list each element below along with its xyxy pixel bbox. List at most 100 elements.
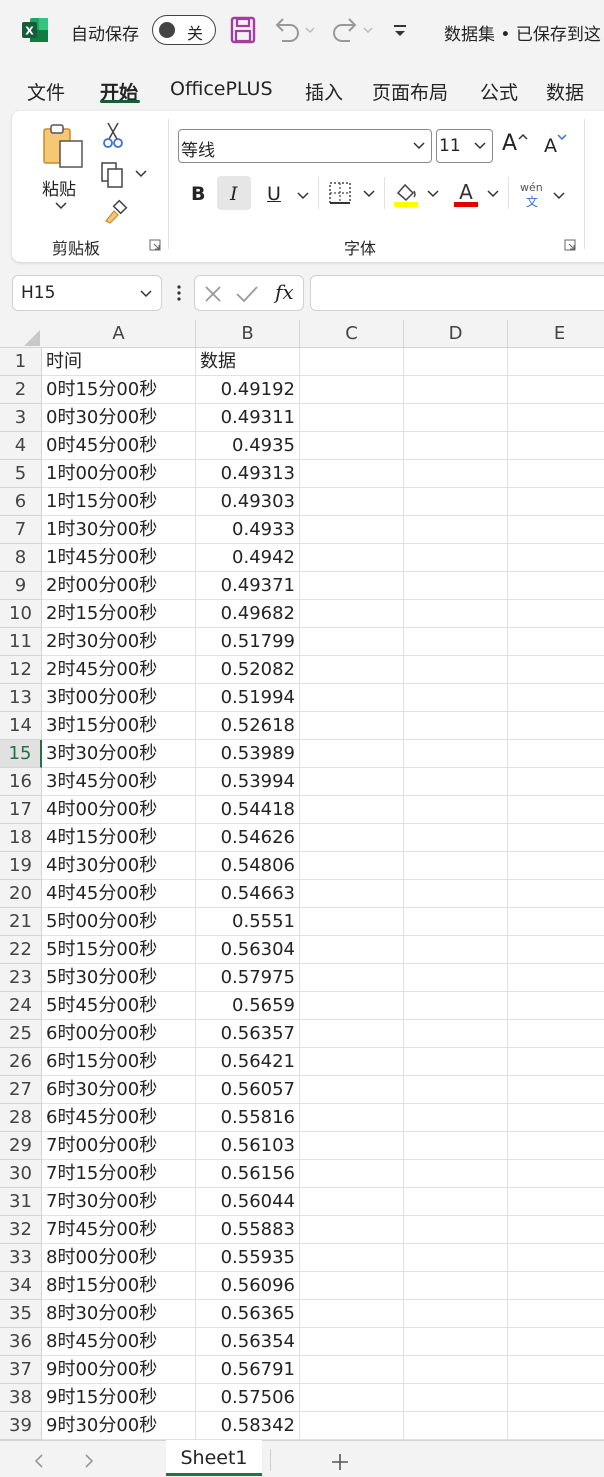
cell-b[interactable]: 0.51994 <box>196 684 300 712</box>
cell-empty[interactable] <box>300 656 404 684</box>
cell-b[interactable]: 0.56421 <box>196 1048 300 1076</box>
enter-check-icon[interactable] <box>235 284 259 304</box>
cell-empty[interactable] <box>404 1356 508 1384</box>
row-header[interactable]: 12 <box>0 656 42 684</box>
cell-empty[interactable] <box>300 880 404 908</box>
cell-a[interactable]: 0时30分00秒 <box>42 404 196 432</box>
tab-data[interactable]: 数据 <box>546 78 584 105</box>
borders-icon[interactable] <box>328 181 376 207</box>
cell-a[interactable]: 3时45分00秒 <box>42 768 196 796</box>
cell-empty[interactable] <box>508 376 604 404</box>
row-header[interactable]: 6 <box>0 488 42 516</box>
autosave-toggle[interactable]: 关 <box>152 15 216 45</box>
cell-b[interactable]: 0.56354 <box>196 1328 300 1356</box>
row-header[interactable]: 26 <box>0 1048 42 1076</box>
cell-empty[interactable] <box>508 880 604 908</box>
cell-empty[interactable] <box>508 936 604 964</box>
cell-empty[interactable] <box>404 1160 508 1188</box>
cell-a[interactable]: 8时15分00秒 <box>42 1272 196 1300</box>
cell-b[interactable]: 0.58342 <box>196 1412 300 1440</box>
cell-empty[interactable] <box>404 936 508 964</box>
row-header[interactable]: 32 <box>0 1216 42 1244</box>
cell-empty[interactable] <box>404 1412 508 1440</box>
cell-empty[interactable] <box>404 404 508 432</box>
row-header[interactable]: 21 <box>0 908 42 936</box>
row-header[interactable]: 35 <box>0 1300 42 1328</box>
cell-empty[interactable] <box>300 432 404 460</box>
cell-empty[interactable] <box>404 544 508 572</box>
insert-function-button[interactable]: fx <box>275 280 294 304</box>
cell-empty[interactable] <box>300 1412 404 1440</box>
phonetic-dropdown-icon[interactable] <box>552 191 566 201</box>
cell-empty[interactable] <box>300 740 404 768</box>
cell-empty[interactable] <box>300 516 404 544</box>
cell-b[interactable]: 0.54418 <box>196 796 300 824</box>
underline-button[interactable]: U <box>267 183 281 205</box>
column-header-a[interactable]: A <box>42 320 196 348</box>
row-header[interactable]: 11 <box>0 628 42 656</box>
row-header[interactable]: 38 <box>0 1384 42 1412</box>
cell-empty[interactable] <box>300 460 404 488</box>
cell-empty[interactable] <box>508 1160 604 1188</box>
tab-page-layout[interactable]: 页面布局 <box>372 78 448 105</box>
cell-a[interactable]: 时间 <box>42 348 196 376</box>
cell-empty[interactable] <box>404 712 508 740</box>
cell-empty[interactable] <box>508 992 604 1020</box>
row-header[interactable]: 15 <box>0 740 42 768</box>
row-header[interactable]: 1 <box>0 348 42 376</box>
font-color-icon[interactable]: A <box>452 179 500 209</box>
cell-a[interactable]: 6时00分00秒 <box>42 1020 196 1048</box>
cell-empty[interactable] <box>508 796 604 824</box>
cell-empty[interactable] <box>508 488 604 516</box>
cell-b[interactable]: 0.5551 <box>196 908 300 936</box>
cell-empty[interactable] <box>508 1272 604 1300</box>
cell-empty[interactable] <box>404 992 508 1020</box>
cell-a[interactable]: 9时15分00秒 <box>42 1384 196 1412</box>
cell-empty[interactable] <box>508 1300 604 1328</box>
cell-a[interactable]: 6时15分00秒 <box>42 1048 196 1076</box>
cell-empty[interactable] <box>404 516 508 544</box>
cell-a[interactable]: 2时30分00秒 <box>42 628 196 656</box>
cell-empty[interactable] <box>508 1244 604 1272</box>
cell-b[interactable]: 0.4935 <box>196 432 300 460</box>
cell-empty[interactable] <box>300 376 404 404</box>
cell-b[interactable]: 0.56791 <box>196 1356 300 1384</box>
cell-empty[interactable] <box>300 1104 404 1132</box>
cell-empty[interactable] <box>404 1020 508 1048</box>
underline-dropdown-icon[interactable] <box>296 191 310 201</box>
cell-empty[interactable] <box>404 1272 508 1300</box>
cell-b[interactable]: 0.56304 <box>196 936 300 964</box>
cell-b[interactable]: 0.57506 <box>196 1384 300 1412</box>
cell-empty[interactable] <box>300 964 404 992</box>
row-header[interactable]: 2 <box>0 376 42 404</box>
cell-empty[interactable] <box>404 460 508 488</box>
cell-a[interactable]: 9时00分00秒 <box>42 1356 196 1384</box>
cell-a[interactable]: 4时45分00秒 <box>42 880 196 908</box>
cell-empty[interactable] <box>404 1216 508 1244</box>
cell-empty[interactable] <box>508 1076 604 1104</box>
italic-button[interactable]: I <box>230 183 238 205</box>
cell-empty[interactable] <box>508 1188 604 1216</box>
cell-a[interactable]: 5时15分00秒 <box>42 936 196 964</box>
tab-formulas[interactable]: 公式 <box>480 78 518 105</box>
cell-a[interactable]: 1时15分00秒 <box>42 488 196 516</box>
column-header-b[interactable]: B <box>196 320 300 348</box>
cell-a[interactable]: 8时00分00秒 <box>42 1244 196 1272</box>
cell-b[interactable]: 0.49682 <box>196 600 300 628</box>
cell-a[interactable]: 7时30分00秒 <box>42 1188 196 1216</box>
shrink-font-button[interactable]: A <box>544 135 557 157</box>
cell-empty[interactable] <box>300 628 404 656</box>
cell-empty[interactable] <box>508 852 604 880</box>
more-options-icon[interactable] <box>176 283 182 303</box>
cell-empty[interactable] <box>404 628 508 656</box>
format-painter-icon[interactable] <box>102 199 128 225</box>
cell-empty[interactable] <box>300 1328 404 1356</box>
cell-b[interactable]: 0.54663 <box>196 880 300 908</box>
chevron-left-icon[interactable] <box>34 1453 44 1469</box>
cell-empty[interactable] <box>508 656 604 684</box>
cell-b[interactable]: 0.4942 <box>196 544 300 572</box>
row-header[interactable]: 22 <box>0 936 42 964</box>
cell-empty[interactable] <box>508 516 604 544</box>
cell-empty[interactable] <box>508 1048 604 1076</box>
cell-b[interactable]: 0.49371 <box>196 572 300 600</box>
